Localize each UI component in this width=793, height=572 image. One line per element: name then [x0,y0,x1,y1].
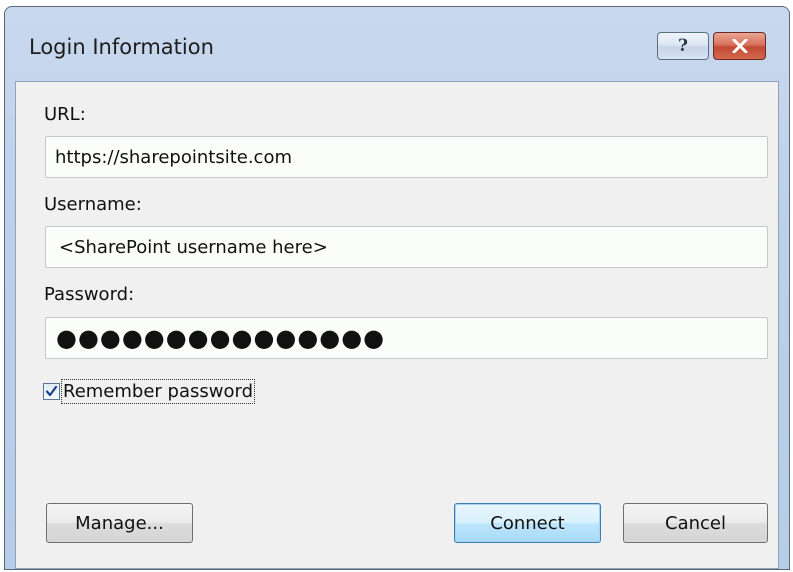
remember-password-label[interactable]: Remember password [61,378,255,404]
dialog-body: URL: https://sharepointsite.com Username… [15,81,779,569]
url-field[interactable]: https://sharepointsite.com [45,136,768,178]
username-label: Username: [44,194,142,215]
cancel-button[interactable]: Cancel [623,503,768,543]
password-label: Password: [44,284,135,305]
url-label: URL: [44,104,86,125]
remember-password-checkbox[interactable] [43,382,60,400]
checkmark-icon [45,385,58,396]
window-title: Login Information [29,35,214,59]
title-bar[interactable]: Login Information ? [5,7,789,81]
login-dialog: Login Information ? URL: https://sharepo… [4,6,790,570]
help-button[interactable]: ? [657,32,709,60]
close-icon [732,39,747,53]
password-field[interactable]: ●●●●●●●●●●●●●●● [45,317,768,359]
remember-password-row[interactable]: Remember password [43,377,255,405]
question-icon: ? [678,36,688,56]
username-field[interactable]: <SharePoint username here> [45,226,768,268]
connect-button[interactable]: Connect [454,503,601,543]
manage-button[interactable]: Manage... [46,503,193,543]
close-button[interactable] [713,32,766,60]
